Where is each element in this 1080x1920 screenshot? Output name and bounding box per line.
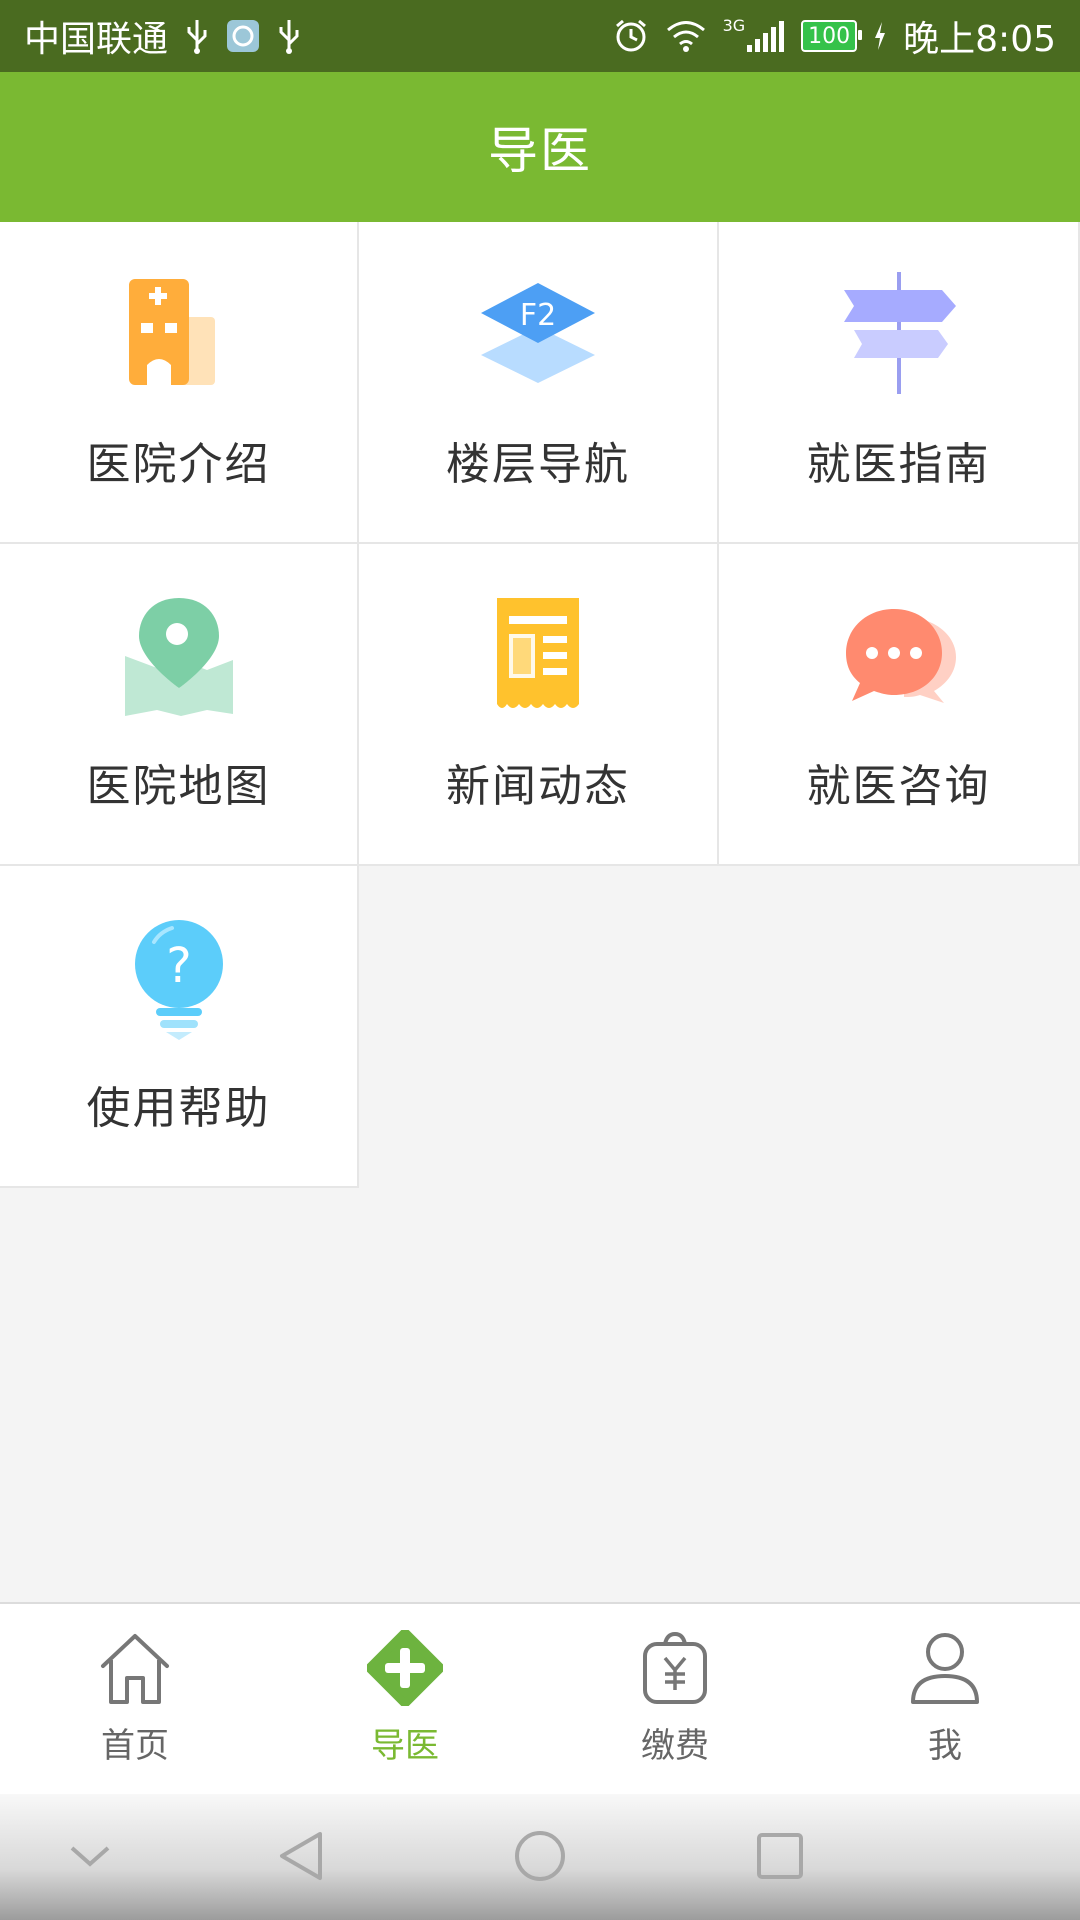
tile-label: 医院地图 — [86, 761, 271, 812]
tile-help[interactable]: ? 使用帮助 — [0, 866, 359, 1188]
yuan-bag-icon — [637, 1630, 713, 1706]
home-system-button[interactable] — [510, 1828, 570, 1888]
chevron-down-icon — [68, 1844, 112, 1872]
nav-label: 首页 — [101, 1726, 169, 1766]
tile-label: 新闻动态 — [446, 761, 630, 812]
recent-square-icon — [756, 1832, 804, 1884]
home-circle-icon — [514, 1830, 566, 1886]
medical-cross-icon — [367, 1630, 443, 1706]
status-left: 中国联通 — [24, 10, 302, 62]
tile-hospital-map[interactable]: 医院地图 — [0, 544, 359, 866]
tile-label: 就医指南 — [806, 439, 991, 490]
tile-news[interactable]: 新闻动态 — [359, 544, 719, 866]
nav-payment[interactable]: 缴费 — [540, 1604, 810, 1796]
nav-label: 导医 — [371, 1726, 439, 1766]
clock: 晚上8:05 — [903, 19, 1056, 60]
back-triangle-icon — [276, 1830, 324, 1886]
tile-label: 医院介绍 — [86, 439, 271, 490]
screen: 中国联通 3G 100 晚上8:05 导医 医院介绍 F2 楼层导航 就医指南 … — [0, 0, 1080, 1920]
charging-icon — [873, 14, 887, 58]
svg-text:?: ? — [166, 938, 191, 994]
battery-icon: 100 — [801, 20, 863, 52]
status-bar: 中国联通 3G 100 晚上8:05 — [0, 0, 1080, 72]
hide-keyboard-button[interactable] — [60, 1828, 120, 1888]
recent-apps-button[interactable] — [750, 1828, 810, 1888]
bottom-nav: 首页 导医 缴费 我 — [0, 1602, 1080, 1796]
nav-label: 我 — [928, 1726, 962, 1766]
nav-guide[interactable]: 导医 — [270, 1604, 540, 1796]
nav-label: 缴费 — [641, 1726, 709, 1766]
carrier-name: 中国联通 — [24, 19, 169, 60]
alarm-icon — [613, 14, 649, 58]
tile-label: 就医咨询 — [806, 761, 991, 812]
nav-me[interactable]: 我 — [810, 1604, 1080, 1796]
svg-text:F2: F2 — [520, 298, 556, 333]
usb-icon — [276, 14, 302, 58]
usb-icon — [184, 14, 210, 58]
status-right: 3G 100 晚上8:05 — [613, 10, 1056, 62]
signpost-icon — [834, 268, 964, 398]
battery-level: 100 — [808, 23, 851, 49]
title-bar: 导医 — [0, 72, 1080, 222]
tile-consultation[interactable]: 就医咨询 — [719, 544, 1080, 866]
map-pin-icon — [114, 590, 244, 720]
feature-grid: 医院介绍 F2 楼层导航 就医指南 医院地图 新闻动态 就医咨询 ? 使用帮助 — [0, 222, 1080, 1188]
tile-label: 楼层导航 — [446, 439, 630, 490]
help-lightbulb-icon: ? — [114, 912, 244, 1042]
wifi-icon — [665, 14, 707, 58]
page-title: 导医 — [488, 122, 592, 180]
user-icon — [907, 1630, 983, 1706]
news-receipt-icon — [473, 590, 603, 720]
chat-bubble-icon — [834, 590, 964, 720]
tile-hospital-intro[interactable]: 医院介绍 — [0, 222, 359, 544]
signal-icon: 3G — [723, 14, 786, 58]
floor-layers-icon: F2 — [473, 268, 603, 398]
back-button[interactable] — [270, 1828, 330, 1888]
network-type: 3G — [722, 16, 746, 35]
tile-label: 使用帮助 — [86, 1083, 271, 1134]
tile-visit-guide[interactable]: 就医指南 — [719, 222, 1080, 544]
nav-home[interactable]: 首页 — [0, 1604, 270, 1796]
tile-floor-navigation[interactable]: F2 楼层导航 — [359, 222, 719, 544]
app-notification-icon — [226, 14, 260, 58]
system-nav-bar — [0, 1794, 1080, 1920]
home-icon — [97, 1630, 173, 1706]
hospital-building-icon — [114, 268, 244, 398]
